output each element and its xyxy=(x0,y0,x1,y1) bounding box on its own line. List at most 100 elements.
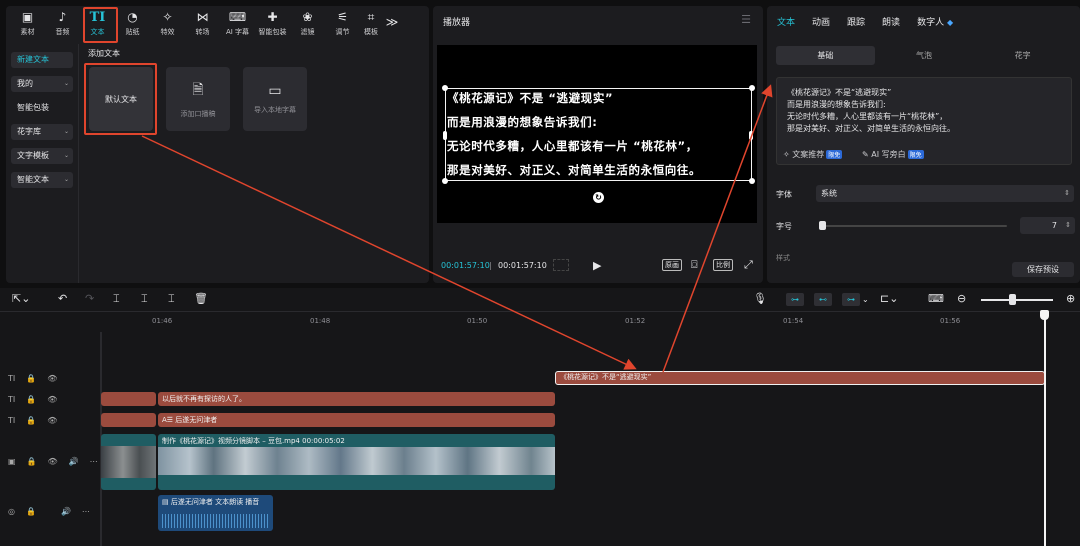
split-icon[interactable]: ⌶ xyxy=(113,292,120,306)
sticker-icon: ◔ xyxy=(127,10,138,24)
copy-recommend-button[interactable]: ✧ 文案推荐 限免 xyxy=(783,149,843,160)
ratio-button[interactable]: 比例 xyxy=(713,259,733,271)
tts-text-clip[interactable]: A☰ 后遂无问津者 xyxy=(158,413,555,427)
linkage-icon[interactable]: ⊶ xyxy=(842,293,860,306)
updown-icon: ⇕ xyxy=(1065,221,1071,229)
ruler-tick: 01:46 xyxy=(152,317,173,325)
tool-adjust[interactable]: ⚟ 调节 xyxy=(325,6,360,42)
text-track-icon: TI xyxy=(8,395,16,404)
subtab-basic[interactable]: 基础 xyxy=(776,46,875,65)
lock-icon[interactable]: 🔒 xyxy=(26,395,36,404)
video-clip[interactable]: 制作《桃花源记》视频分镜脚本 – 豆包.mp4 00:00:05:02 xyxy=(158,434,555,490)
ruler-tick: 01:50 xyxy=(467,317,488,325)
menu-icon[interactable]: ☰ xyxy=(741,13,751,26)
selected-text-clip[interactable]: 《桃花源记》不是“逃避现实” xyxy=(555,371,1045,385)
eye-icon[interactable]: 👁 xyxy=(47,416,57,425)
size-slider-handle[interactable] xyxy=(819,221,826,230)
subtab-bubble[interactable]: 气泡 xyxy=(875,46,974,65)
tab-read-aloud[interactable]: 朗读 xyxy=(882,15,900,28)
tool-filter[interactable]: ❀ 滤镜 xyxy=(290,6,325,42)
add-script-card[interactable]: 🗎 添加口播稿 xyxy=(166,67,230,131)
tool-template[interactable]: ⌗ 模板 xyxy=(360,6,382,42)
tool-ai-caption[interactable]: ⌨ AI 字幕 xyxy=(220,6,255,42)
ai-narration-button[interactable]: ✎ AI 写旁白 限免 xyxy=(862,149,924,160)
size-slider-track[interactable] xyxy=(820,225,1007,227)
preview-axis-icon[interactable]: ⊏⌄ xyxy=(880,292,898,305)
sidebar-item-mine[interactable]: 我的 ⌄ xyxy=(11,76,73,92)
fullscreen-icon[interactable]: ⤢ xyxy=(744,258,753,272)
lock-icon[interactable]: 🔒 xyxy=(26,416,36,425)
audio-icon: ♪ xyxy=(58,10,67,24)
zoom-in-icon[interactable]: ⊕ xyxy=(1066,292,1075,305)
delete-icon[interactable]: 🗑 xyxy=(194,292,208,305)
undo-icon[interactable]: ↶ xyxy=(58,292,67,305)
main-track-magnet-icon[interactable]: ⊶ xyxy=(786,293,804,306)
resize-handle[interactable] xyxy=(442,178,448,184)
text-clip[interactable] xyxy=(101,413,156,427)
grid-icon[interactable] xyxy=(553,259,569,271)
sidebar-item-label: 花字库 xyxy=(17,127,41,136)
play-icon[interactable]: ▶ xyxy=(593,259,601,272)
resize-handle[interactable] xyxy=(749,178,755,184)
resize-handle[interactable] xyxy=(749,131,753,140)
eye-icon[interactable]: 👁 xyxy=(48,457,58,466)
focus-icon[interactable]: ⌼ xyxy=(691,258,698,272)
video-clip-thumb[interactable] xyxy=(101,434,156,490)
caption-icon[interactable]: ⌨ xyxy=(928,292,944,305)
sidebar-item-smart-package[interactable]: 智能包装 xyxy=(11,100,73,116)
card-label: 添加口播稿 xyxy=(180,110,216,118)
playhead[interactable] xyxy=(1044,312,1046,546)
chevron-down-icon: ⌄ xyxy=(63,176,69,183)
rotate-icon[interactable]: ↻ xyxy=(593,192,604,203)
time-ruler[interactable]: 01:46 01:48 01:50 01:52 01:54 01:56 xyxy=(100,314,1080,328)
tool-audio[interactable]: ♪ 音频 xyxy=(45,6,80,42)
eye-icon[interactable]: 👁 xyxy=(47,395,57,404)
chevron-down-icon[interactable]: ⌄ xyxy=(862,295,869,304)
tool-effects[interactable]: ✧ 特效 xyxy=(150,6,185,42)
subtab-fancy-text[interactable]: 花字 xyxy=(973,46,1072,65)
zoom-slider-handle[interactable] xyxy=(1009,294,1016,305)
zoom-out-icon[interactable]: ⊖ xyxy=(957,292,966,305)
lock-icon[interactable]: 🔒 xyxy=(26,374,36,383)
split-left-icon[interactable]: ⌶ xyxy=(141,292,148,306)
tab-text[interactable]: 文本 xyxy=(777,15,795,28)
font-select[interactable]: 系统 ⇕ xyxy=(816,185,1074,202)
volume-icon[interactable]: 🔊 xyxy=(69,457,79,466)
sidebar-item-new-text[interactable]: 新建文本 xyxy=(11,52,73,68)
chevron-down-icon: ⌄ xyxy=(63,152,69,159)
text-clip[interactable]: 以后就不再有探访的人了。 xyxy=(158,392,555,406)
preview-screen[interactable]: 《桃花源记》不是 “逃避现实” 而是用浪漫的想象告诉我们: 无论时代多糟，人心里… xyxy=(437,45,757,223)
lock-icon[interactable]: 🔒 xyxy=(26,507,36,516)
save-preset-button[interactable]: 保存预设 xyxy=(1012,262,1074,277)
tool-transition[interactable]: ⋈ 转场 xyxy=(185,6,220,42)
resize-handle[interactable] xyxy=(749,85,755,91)
more-icon[interactable]: ⋯ xyxy=(90,457,98,466)
size-stepper[interactable]: 7 ⇕ xyxy=(1020,217,1075,234)
tab-tracking[interactable]: 跟踪 xyxy=(847,15,865,28)
original-quality-button[interactable]: 原画 xyxy=(662,259,682,271)
redo-icon[interactable]: ↷ xyxy=(85,292,94,305)
tool-media[interactable]: ▣ 素材 xyxy=(10,6,45,42)
text-clip[interactable] xyxy=(101,392,156,406)
more-icon[interactable]: ⋯ xyxy=(82,507,90,516)
select-tool-icon[interactable]: ⇱⌄ xyxy=(12,292,30,305)
lock-icon[interactable]: 🔒 xyxy=(27,457,37,466)
sidebar-item-smart-text[interactable]: 智能文本 ⌄ xyxy=(11,172,73,188)
sidebar-item-flower-text[interactable]: 花字库 ⌄ xyxy=(11,124,73,140)
style-label: 样式 xyxy=(776,254,790,262)
volume-icon[interactable]: 🔊 xyxy=(61,507,71,516)
sidebar-item-text-template[interactable]: 文字模板 ⌄ xyxy=(11,148,73,164)
tab-animation[interactable]: 动画 xyxy=(812,15,830,28)
eye-icon[interactable]: 👁 xyxy=(47,374,57,383)
tool-sticker[interactable]: ◔ 贴纸 xyxy=(115,6,150,42)
import-subtitle-card[interactable]: ▭ 导入本地字幕 xyxy=(243,67,307,131)
asset-toolbar: ▣ 素材 ♪ 音频 TI 文本 ◔ 贴纸 ✧ 特效 ⋈ 转场 ⌨ AI 字幕 ✚ 智能包装 ❀ 滤… xyxy=(6,6,429,42)
auto-snap-icon[interactable]: ⊷ xyxy=(814,293,832,306)
zoom-slider-track[interactable] xyxy=(981,299,1053,301)
tool-smart-package[interactable]: ✚ 智能包装 xyxy=(255,6,290,42)
audio-clip[interactable]: ▤ 后遂无问津者 文本朗读 播音 xyxy=(158,495,273,531)
tab-digital-human[interactable]: 数字人 ◆ xyxy=(917,15,953,28)
more-tools-icon[interactable]: ≫ xyxy=(382,6,402,29)
microphone-icon[interactable]: 🎙 xyxy=(753,292,767,305)
split-right-icon[interactable]: ⌶ xyxy=(168,292,175,306)
